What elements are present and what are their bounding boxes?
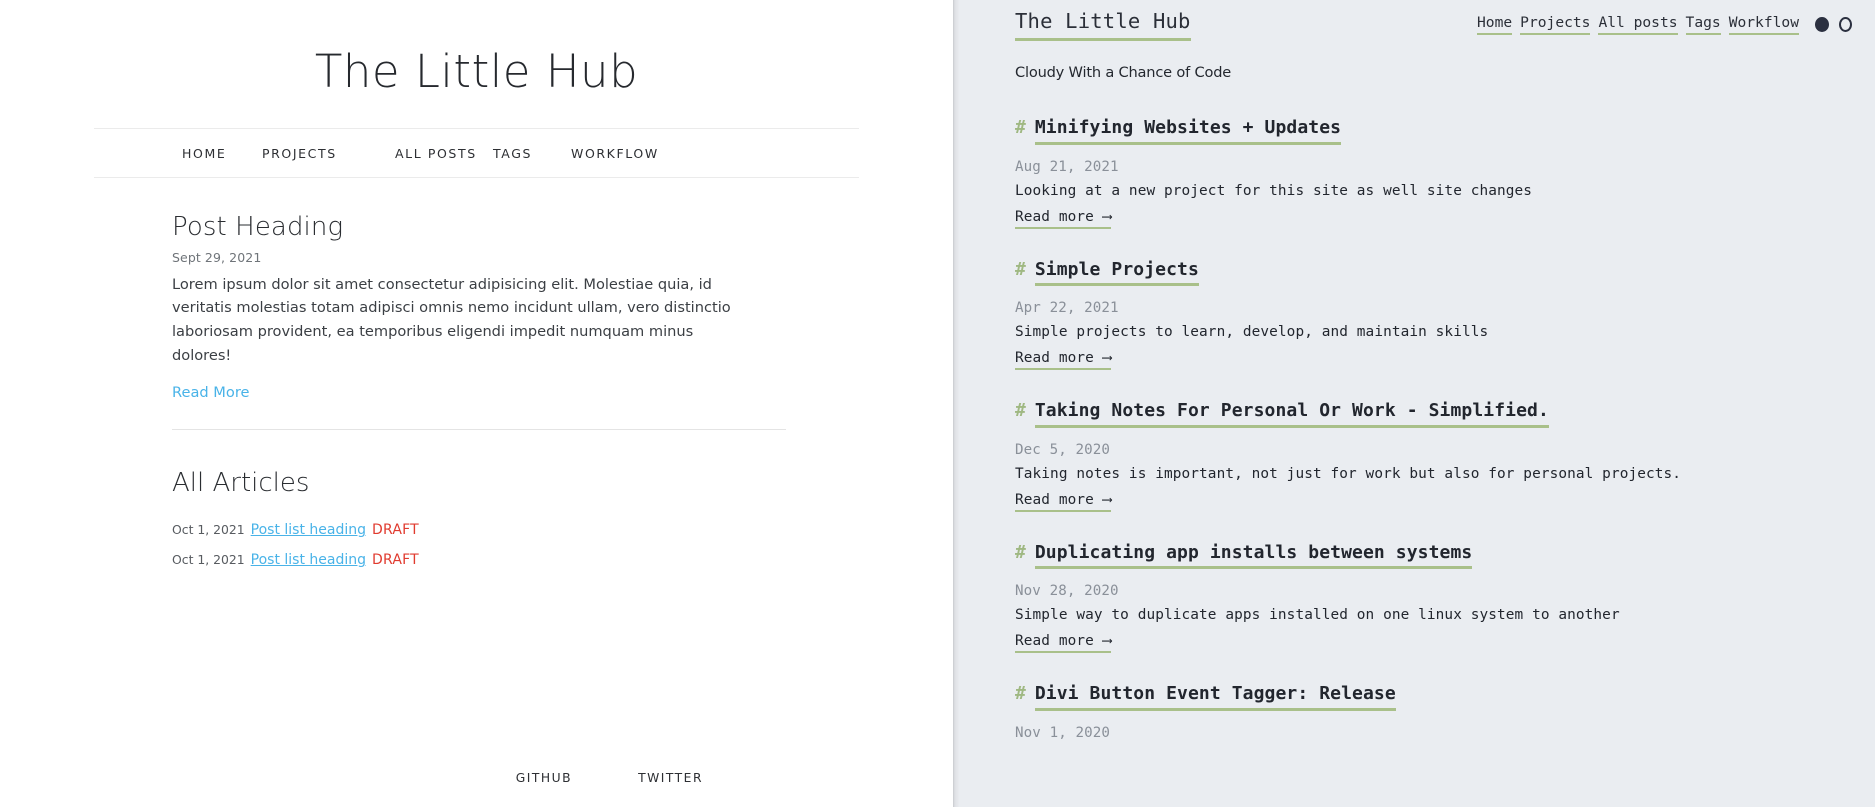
nav-item-projects[interactable]: Projects <box>1520 14 1591 36</box>
hash-icon: # <box>1015 400 1026 422</box>
nav-item-tags[interactable]: TAGS <box>493 146 571 161</box>
post-description: Simple way to duplicate apps installed o… <box>1015 607 1620 624</box>
post-date: Apr 22, 2021 <box>1015 300 1119 317</box>
article-list-item: Oct 1, 2021 Post list heading DRAFT <box>172 550 859 571</box>
nav-item-workflow[interactable]: Workflow <box>1728 14 1799 36</box>
right-preview-panel: The Little Hub Home Projects All posts T… <box>953 0 1875 807</box>
nav-item-all-posts[interactable]: ALL POSTS <box>395 146 493 161</box>
post-read-more-link[interactable]: Read more ⟶ <box>1015 633 1112 654</box>
left-preview-panel: The Little Hub HOME PROJECTS ALL POSTS T… <box>0 0 953 807</box>
post-date: Aug 21, 2021 <box>1015 158 1119 175</box>
left-main-nav: HOME PROJECTS ALL POSTS TAGS WORKFLOW <box>94 127 859 178</box>
nav-item-workflow[interactable]: WORKFLOW <box>571 146 681 161</box>
nav-item-tags[interactable]: Tags <box>1685 14 1721 36</box>
post-description: Looking at a new project for this site a… <box>1015 182 1533 199</box>
post-list-item: # Duplicating app installs between syste… <box>1015 542 1875 654</box>
hash-icon: # <box>1015 541 1026 563</box>
featured-post-excerpt: Lorem ipsum dolor sit amet consectetur a… <box>172 275 731 364</box>
section-divider <box>172 429 786 431</box>
nav-item-projects[interactable]: PROJECTS <box>262 146 395 161</box>
nav-item-home[interactable]: HOME <box>182 146 262 161</box>
featured-post-date: Sept 29, 2021 <box>172 249 262 265</box>
post-title-link[interactable]: Duplicating app installs between systems <box>1034 542 1473 570</box>
post-date: Dec 5, 2020 <box>1015 441 1111 458</box>
footer-link-twitter[interactable]: TWITTER <box>638 771 703 785</box>
post-title-row: # Taking Notes For Personal Or Work - Si… <box>1015 400 1875 428</box>
all-articles-heading: All Articles <box>172 468 310 499</box>
filled-circle-icon[interactable] <box>1815 16 1829 32</box>
article-draft-badge: DRAFT <box>372 522 419 539</box>
left-panel-body: Post Heading Sept 29, 2021 Lorem ipsum d… <box>94 178 859 571</box>
post-list: # Minifying Websites + Updates Aug 21, 2… <box>953 81 1875 741</box>
right-panel-header: The Little Hub Home Projects All posts T… <box>953 0 1875 42</box>
post-title-link[interactable]: Taking Notes For Personal Or Work - Simp… <box>1034 400 1549 428</box>
hash-icon: # <box>1015 683 1026 705</box>
post-title-row: # Simple Projects <box>1015 259 1875 287</box>
post-description: Taking notes is important, not just for … <box>1015 465 1682 482</box>
featured-post-read-more-link[interactable]: Read More <box>172 384 250 401</box>
post-title-link[interactable]: Divi Button Event Tagger: Release <box>1034 683 1396 711</box>
right-site-title-link[interactable]: The Little Hub <box>1015 9 1191 41</box>
theme-toggle[interactable] <box>1815 16 1852 33</box>
post-date: Nov 1, 2020 <box>1015 724 1111 741</box>
left-panel-footer: GITHUB TWITTER <box>0 771 953 807</box>
post-list-item: # Simple Projects Apr 22, 2021 Simple pr… <box>1015 259 1875 371</box>
left-site-title: The Little Hub <box>314 45 639 98</box>
post-title-link[interactable]: Minifying Websites + Updates <box>1034 117 1342 145</box>
article-draft-badge: DRAFT <box>372 552 419 569</box>
article-list-item: Oct 1, 2021 Post list heading DRAFT <box>172 520 859 541</box>
post-description: Simple projects to learn, develop, and m… <box>1015 324 1489 341</box>
post-list-item: # Taking Notes For Personal Or Work - Si… <box>1015 400 1875 512</box>
post-date: Nov 28, 2020 <box>1015 583 1119 600</box>
featured-post-heading: Post Heading <box>172 211 344 242</box>
footer-link-github[interactable]: GITHUB <box>516 771 572 785</box>
post-read-more-link[interactable]: Read more ⟶ <box>1015 350 1112 371</box>
nav-item-all-posts[interactable]: All posts <box>1598 14 1678 36</box>
hollow-circle-icon[interactable] <box>1839 16 1852 32</box>
post-title-row: # Minifying Websites + Updates <box>1015 117 1875 145</box>
article-date: Oct 1, 2021 <box>172 552 245 568</box>
hash-icon: # <box>1015 117 1026 138</box>
post-read-more-link[interactable]: Read more ⟶ <box>1015 492 1112 512</box>
panel-divider <box>953 0 959 807</box>
post-list-item: # Divi Button Event Tagger: Release Nov … <box>1015 683 1875 741</box>
article-date: Oct 1, 2021 <box>172 522 245 538</box>
post-read-more-link[interactable]: Read more ⟶ <box>1015 209 1112 229</box>
left-panel-container: The Little Hub HOME PROJECTS ALL POSTS T… <box>94 0 859 571</box>
article-title-link[interactable]: Post list heading <box>251 522 366 538</box>
right-main-nav: Home Projects All posts Tags Workflow <box>1477 9 1852 36</box>
post-list-item: # Minifying Websites + Updates Aug 21, 2… <box>1015 117 1875 229</box>
browser-comparison-screen: The Little Hub HOME PROJECTS ALL POSTS T… <box>0 0 1875 807</box>
hash-icon: # <box>1015 258 1026 280</box>
post-title-link[interactable]: Simple Projects <box>1034 259 1199 287</box>
post-title-row: # Divi Button Event Tagger: Release <box>1015 683 1875 711</box>
nav-item-home[interactable]: Home <box>1477 14 1513 36</box>
site-tagline: Cloudy With a Chance of Code <box>1015 64 1232 81</box>
post-title-row: # Duplicating app installs between syste… <box>1015 542 1875 570</box>
article-title-link[interactable]: Post list heading <box>251 552 366 568</box>
